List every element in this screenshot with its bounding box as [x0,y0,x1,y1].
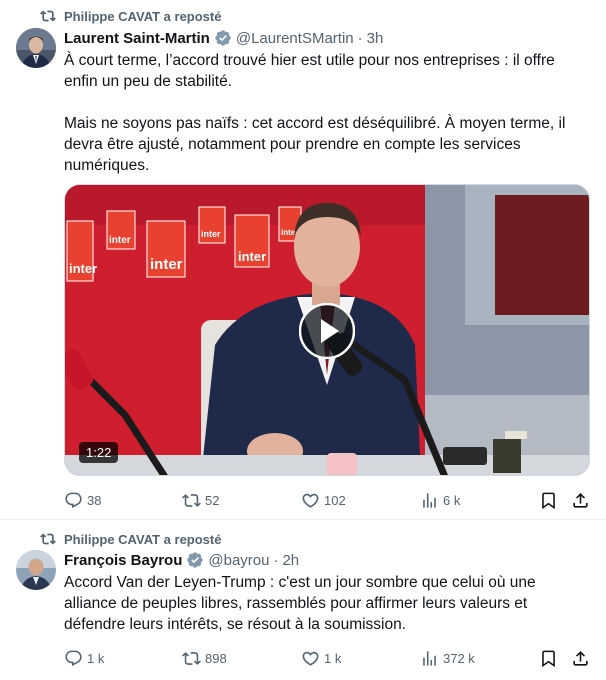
like-button[interactable]: 102 [301,490,346,510]
video-player[interactable]: inter inter inter inter inter inter 1:22 [64,184,590,476]
verified-badge-icon[interactable] [186,551,204,569]
bookmark-icon [539,649,558,668]
share-icon [571,649,590,668]
views-count: 372 k [443,650,475,666]
views-button[interactable]: 372 k [420,648,475,668]
video-duration: 1:22 [79,442,119,463]
repost-button[interactable]: 52 [182,490,219,510]
repost-indicator[interactable]: Philippe CAVAT a reposté [40,6,221,26]
views-button[interactable]: 6 k [420,490,460,510]
tweet-actions: 1 k 898 1 k 372 k [64,648,590,668]
views-icon [420,491,439,510]
repost-count: 898 [205,650,227,666]
play-button[interactable] [298,302,356,360]
like-count: 1 k [324,650,342,666]
author-handle[interactable]: @LaurentSMartin [236,30,354,47]
reply-icon [64,491,83,510]
repost-icon [182,649,201,668]
tweet-text: À court terme, l’accord trouvé hier est … [64,50,590,176]
separator-dot: · [357,29,363,47]
repost-icon [40,531,56,547]
tweet-francois-bayrou[interactable]: Philippe CAVAT a reposté François Bayrou… [0,520,606,680]
repost-count: 52 [205,492,220,508]
like-icon [301,491,320,510]
like-button[interactable]: 1 k [301,648,341,668]
avatar-francois-bayrou[interactable] [16,550,56,590]
svg-text:inter: inter [109,235,131,246]
views-icon [420,649,439,668]
tweet-paragraph: Mais ne soyons pas naïfs : cet accord es… [64,115,566,174]
repost-indicator[interactable]: Philippe CAVAT a reposté [40,529,221,549]
reply-count: 1 k [87,650,105,666]
svg-text:inter: inter [150,256,183,273]
author-name[interactable]: François Bayrou [64,552,182,569]
repost-button[interactable]: 898 [182,648,227,668]
separator-dot: · [273,551,279,569]
share-icon [571,491,590,510]
share-button[interactable] [571,490,594,510]
avatar-laurent-saint-martin[interactable] [16,28,56,68]
reply-button[interactable]: 1 k [64,648,104,668]
bookmark-icon [539,491,558,510]
author-handle[interactable]: @bayrou [208,552,269,569]
tweet-actions: 38 52 102 6 k [64,490,590,510]
reply-button[interactable]: 38 [64,490,101,510]
svg-text:inter: inter [69,261,97,276]
share-button[interactable] [571,648,594,668]
like-count: 102 [324,492,346,508]
bookmark-button[interactable] [539,648,562,668]
tweet-paragraph: À court terme, l’accord trouvé hier est … [64,52,555,90]
repost-icon [182,491,201,510]
repost-label: Philippe CAVAT a reposté [64,531,222,547]
tweet-laurent-saint-martin[interactable]: Philippe CAVAT a reposté Laurent Saint-M… [0,0,606,520]
tweet-header: Laurent Saint-Martin @LaurentSMartin · 3… [64,28,383,48]
views-count: 6 k [443,492,461,508]
timestamp[interactable]: 2h [282,552,299,569]
tweet-header: François Bayrou @bayrou · 2h [64,550,299,570]
reply-count: 38 [87,492,102,508]
bookmark-button[interactable] [539,490,562,510]
svg-text:inter: inter [201,229,221,239]
timestamp[interactable]: 3h [367,30,384,47]
repost-label: Philippe CAVAT a reposté [64,8,222,24]
verified-badge-icon[interactable] [214,29,232,47]
like-icon [301,649,320,668]
author-name[interactable]: Laurent Saint-Martin [64,30,210,47]
reply-icon [64,649,83,668]
repost-icon [40,8,56,24]
svg-text:inter: inter [238,249,266,264]
play-icon [298,302,356,360]
tweet-paragraph: Accord Van der Leyen-Trump : c'est un jo… [64,574,536,633]
tweet-text: Accord Van der Leyen-Trump : c'est un jo… [64,572,590,635]
